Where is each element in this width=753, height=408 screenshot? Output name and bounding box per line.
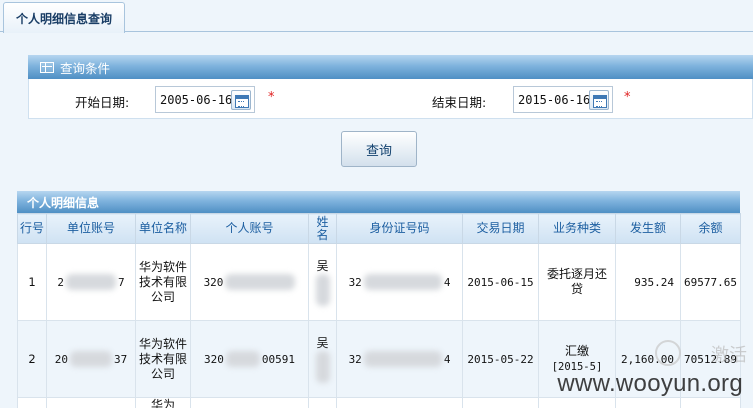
calendar-icon[interactable] <box>231 90 251 110</box>
watermark-logo-icon <box>655 340 681 366</box>
query-panel-title: 查询条件 <box>60 60 111 76</box>
redaction-mask <box>225 351 260 367</box>
name-cell: 吴 <box>308 243 337 321</box>
table-row[interactable]: 1 2 7 华为软件技术有限公司 320 吴 32 4 2015-06-15 委… <box>17 243 741 321</box>
column-header[interactable]: 个人账号 <box>190 213 309 244</box>
row-number: 1 <box>17 243 47 321</box>
watermark-cn: 激活 <box>711 345 747 366</box>
query-panel-header: 查询条件 <box>28 55 753 79</box>
start-date-value: 2005-06-16 <box>160 92 233 107</box>
unit-name: 华为 <box>135 397 191 408</box>
row-number: 2 <box>17 320 47 398</box>
redaction-mask <box>315 350 330 383</box>
id-number-cell: 32 4 <box>336 243 463 321</box>
query-panel-body <box>28 79 753 119</box>
unit-account-start: 20 <box>54 352 68 366</box>
tab-strip: 个人明细信息查询 <box>0 0 753 33</box>
end-date-label: 结束日期: <box>432 95 487 110</box>
id-number-cell: 32 4 <box>336 320 463 398</box>
transaction-date: 2015-05-22 <box>462 320 539 398</box>
end-date-field[interactable]: 2015-06-16 <box>513 86 613 113</box>
unit-name: 华为软件技术有限公司 <box>135 243 191 321</box>
column-header[interactable]: 单位名称 <box>135 213 191 244</box>
business-type: 委托逐月还贷 <box>538 243 616 321</box>
personal-account-start: 320 <box>203 275 224 289</box>
unit-account-cell: 2 7 <box>46 243 136 321</box>
column-header[interactable]: 单位账号 <box>46 213 136 244</box>
column-header[interactable]: 身份证号码 <box>336 213 463 244</box>
watermark: www.wooyun.org <box>557 370 743 397</box>
personal-account-cell: 320 00591 <box>190 320 309 398</box>
column-header[interactable]: 行号 <box>17 213 47 244</box>
unit-account-start: 2 <box>57 275 64 289</box>
unit-name: 华为软件技术有限公司 <box>135 320 191 398</box>
end-date-value: 2015-06-16 <box>518 92 591 107</box>
name-first-char: 吴 <box>316 258 329 273</box>
column-header[interactable]: 业务种类 <box>538 213 616 244</box>
query-button[interactable]: 查询 <box>341 131 417 167</box>
id-number-start: 32 <box>348 352 362 366</box>
calendar-icon[interactable] <box>589 90 609 110</box>
detail-title: 个人明细信息 <box>27 195 100 210</box>
table-icon <box>40 61 54 73</box>
amount: 935.24 <box>615 243 681 321</box>
id-number-end: 4 <box>443 352 451 366</box>
redaction-mask <box>66 274 116 290</box>
personal-account-end: 00591 <box>261 352 295 366</box>
unit-account-cell: 20 37 <box>46 320 136 398</box>
transaction-date: 2015-06-15 <box>462 243 539 321</box>
business-type: 汇缴 <box>564 343 589 358</box>
redaction-mask <box>70 351 112 367</box>
required-marker: * <box>624 90 631 105</box>
id-number-end: 4 <box>443 275 451 289</box>
personal-account-start: 320 <box>204 352 224 366</box>
name-first-char: 吴 <box>316 335 329 350</box>
table-header-row: 行号 单位账号 单位名称 个人账号 姓名 身份证号码 交易日期 业务种类 发生额… <box>17 213 741 244</box>
detail-header: 个人明细信息 <box>17 191 740 213</box>
personal-account-cell: 320 <box>190 243 309 321</box>
redaction-mask <box>225 274 296 290</box>
column-header[interactable]: 发生额 <box>615 213 681 244</box>
unit-account-end: 7 <box>118 275 125 289</box>
balance: 69577.65 <box>680 243 741 321</box>
required-marker: * <box>268 90 275 105</box>
redaction-mask <box>315 273 330 306</box>
column-header[interactable]: 姓名 <box>308 213 337 244</box>
column-header[interactable]: 交易日期 <box>462 213 539 244</box>
redaction-mask <box>363 274 442 290</box>
table-row[interactable]: 华为 <box>17 397 741 408</box>
unit-account-end: 37 <box>114 352 128 366</box>
redaction-mask <box>363 351 442 367</box>
name-cell: 吴 <box>308 320 337 398</box>
id-number-start: 32 <box>348 275 362 289</box>
start-date-label: 开始日期: <box>75 95 130 110</box>
column-header[interactable]: 余额 <box>680 213 741 244</box>
tab-personal-detail-query[interactable]: 个人明细信息查询 <box>3 2 125 33</box>
start-date-field[interactable]: 2005-06-16 <box>155 86 255 113</box>
